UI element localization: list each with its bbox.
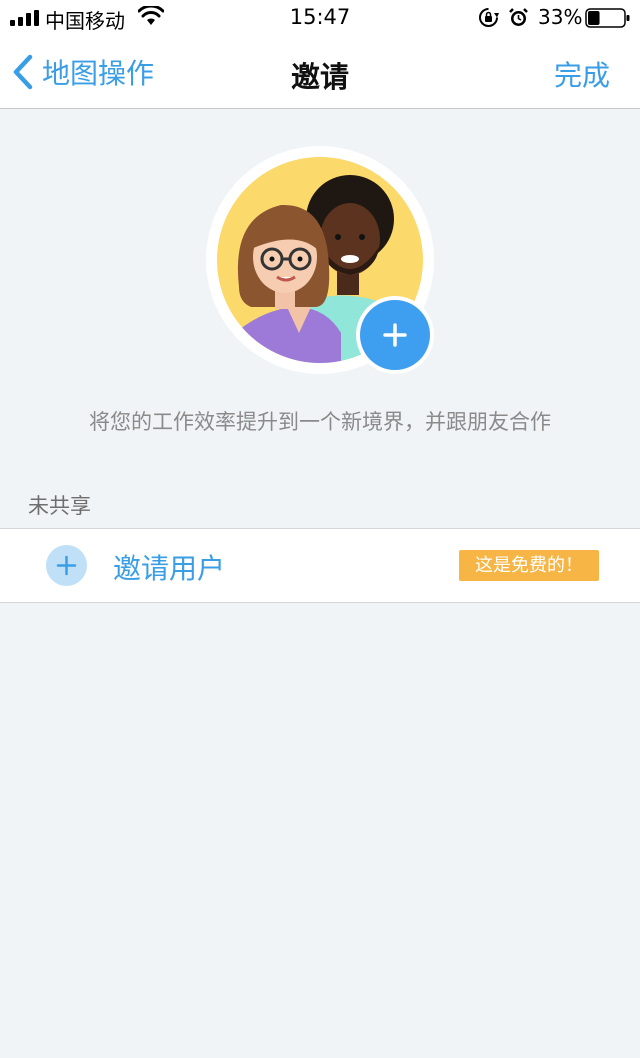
alarm-clock-icon — [509, 8, 528, 26]
invite-user-label: 邀请用户 — [113, 552, 226, 585]
back-button-label: 地图操作 — [42, 57, 155, 90]
invite-user-row[interactable]: 邀请用户 这是免费的！ — [0, 528, 640, 603]
tagline-text: 将您的工作效率提升到一个新境界，并跟朋友合作 — [89, 410, 551, 434]
plus-icon — [56, 555, 77, 576]
orientation-lock-icon — [479, 8, 499, 27]
add-user-icon-circle — [46, 545, 87, 586]
plus-icon — [383, 323, 407, 347]
back-button[interactable]: 地图操作 — [12, 50, 154, 94]
chevron-left-icon — [13, 54, 33, 90]
section-header-unshared: 未共享 — [28, 494, 91, 518]
add-friend-button[interactable] — [360, 300, 430, 370]
battery-percentage: 33% — [538, 5, 583, 29]
free-badge: 这是免费的！ — [459, 550, 599, 581]
navigation-bar: 地图操作 邀请 完成 — [0, 36, 640, 109]
invite-illustration — [206, 146, 434, 374]
battery-icon — [585, 8, 630, 28]
status-bar: 中国移动 15:47 33% — [0, 0, 640, 36]
done-button[interactable]: 完成 — [554, 54, 610, 94]
